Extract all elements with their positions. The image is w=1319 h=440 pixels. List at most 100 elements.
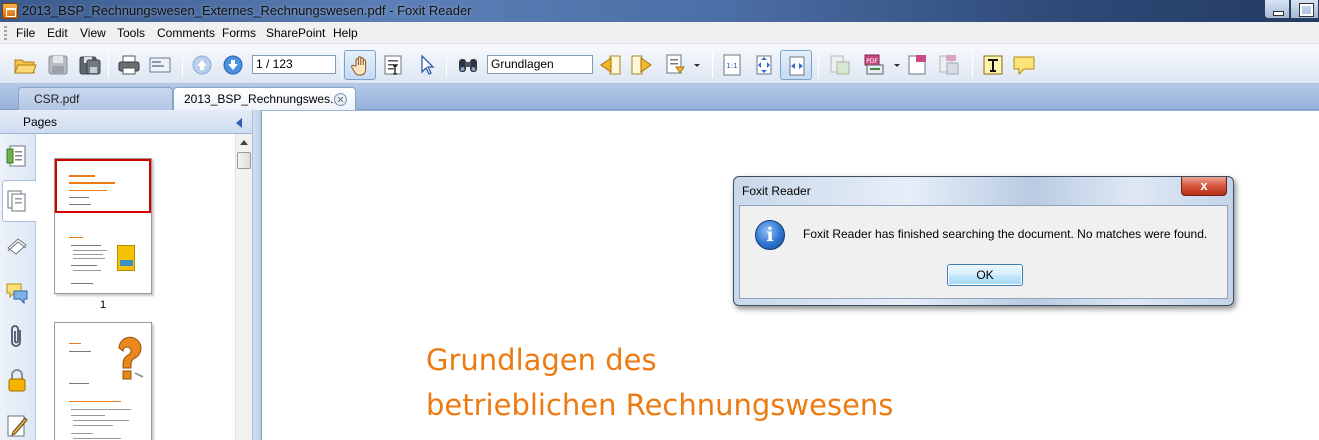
save-as-icon[interactable] [78, 53, 102, 77]
search-input[interactable]: Grundlagen [487, 55, 593, 74]
menu-grip-handle[interactable] [4, 26, 7, 40]
thumb-image [117, 245, 135, 271]
thumb-text-line [73, 425, 113, 426]
info-icon: i [755, 220, 785, 250]
lock-icon[interactable] [5, 368, 29, 394]
comments-icon[interactable] [5, 280, 29, 306]
minimize-button[interactable] [1264, 0, 1290, 19]
toolbar-separator [818, 52, 819, 78]
fit-width-icon [789, 56, 805, 76]
scroll-up-icon[interactable] [240, 140, 248, 145]
document-heading: Grundlagen des betrieblichen Rechnungswe… [426, 338, 893, 428]
dialog-title: Foxit Reader [742, 184, 811, 198]
thumb-text-line [69, 351, 91, 352]
thumb-text-line [73, 250, 107, 251]
panel-title: Pages [23, 115, 58, 129]
toolbar-separator [972, 52, 973, 78]
menu-forms[interactable]: Forms [222, 22, 256, 44]
note-comment-icon[interactable] [1012, 53, 1036, 77]
thumb-text-line [71, 265, 97, 266]
close-tab-icon[interactable] [334, 93, 347, 106]
thumb-text-line [69, 383, 89, 384]
menu-file[interactable]: File [16, 22, 35, 44]
create-pdf-icon[interactable] [828, 53, 852, 77]
thumb-text-line [73, 438, 121, 439]
fit-page-icon[interactable] [752, 53, 776, 77]
pages-icon[interactable] [5, 188, 29, 214]
dialog-body: i Foxit Reader has finished searching th… [739, 205, 1228, 299]
next-page-icon[interactable] [221, 53, 245, 77]
search-result-dialog: Foxit Reader x i Foxit Reader has finish… [733, 176, 1234, 306]
title-bar: 2013_BSP_Rechnungswesen_Externes_Rechnun… [0, 0, 1319, 22]
svg-text:PDF: PDF [866, 58, 878, 65]
thumb-text-line [69, 204, 91, 205]
dialog-close-button[interactable]: x [1181, 177, 1227, 196]
search-results-icon[interactable] [664, 53, 688, 77]
chevron-down-icon[interactable] [894, 64, 900, 67]
page-number-input[interactable]: 1 / 123 [252, 55, 336, 74]
menu-view[interactable]: View [80, 22, 106, 44]
maximize-button[interactable] [1290, 0, 1319, 19]
page-thumbnail[interactable] [54, 158, 152, 294]
layers-icon[interactable] [5, 234, 29, 260]
fit-width-button[interactable] [780, 50, 812, 80]
pdf-convert-icon[interactable]: PDF [862, 53, 886, 77]
tab-current-document[interactable]: 2013_BSP_Rechnungswes... [173, 87, 356, 110]
menu-edit[interactable]: Edit [47, 22, 68, 44]
attachments-icon[interactable] [5, 324, 29, 350]
menu-help[interactable]: Help [333, 22, 358, 44]
pointer-icon[interactable] [415, 53, 439, 77]
find-next-icon[interactable] [630, 53, 654, 77]
svg-text:1:1: 1:1 [726, 62, 737, 70]
open-folder-icon[interactable] [13, 53, 37, 77]
pages-panel-header: Pages [0, 110, 252, 134]
foxit-app-icon[interactable] [2, 3, 18, 19]
signature-icon[interactable] [5, 412, 29, 438]
panel-splitter[interactable] [252, 110, 262, 440]
document-tab-bar: CSR.pdf 2013_BSP_Rechnungswes... [0, 84, 1319, 110]
chevron-down-icon[interactable] [694, 64, 700, 67]
find-previous-icon[interactable] [598, 53, 622, 77]
select-text-icon[interactable] [381, 53, 405, 77]
main-toolbar: 1 / 123 Grundlagen 1:1 PDF [0, 44, 1319, 84]
typewriter-icon[interactable] [981, 53, 1005, 77]
scrollbar-thumb[interactable] [237, 152, 251, 169]
thumb-text-line [73, 254, 103, 255]
print-icon[interactable] [117, 53, 141, 77]
toolbar-separator [108, 52, 109, 78]
thumb-text-line [69, 401, 121, 402]
thumb-text-line [71, 245, 101, 246]
thumb-text-line [69, 190, 107, 191]
toolbar-separator [712, 52, 713, 78]
thumb-text-line [69, 237, 83, 238]
pdf-export-icon[interactable] [937, 53, 961, 77]
thumb-text-line [69, 182, 115, 184]
thumb-text-line [71, 433, 93, 434]
thumb-text-line [69, 175, 95, 177]
email-icon[interactable] [148, 53, 172, 77]
thumb-text-line [73, 270, 101, 271]
actual-size-icon[interactable]: 1:1 [720, 53, 744, 77]
navigation-strip [0, 134, 36, 440]
toolbar-separator [341, 52, 342, 78]
ok-button[interactable]: OK [947, 264, 1023, 286]
thumbnails-scrollbar[interactable] [235, 134, 252, 440]
previous-page-icon[interactable] [190, 53, 214, 77]
save-icon[interactable] [46, 53, 70, 77]
page-thumbnail[interactable] [54, 322, 152, 440]
thumb-text-line [69, 343, 81, 344]
tab-csr[interactable]: CSR.pdf [18, 87, 173, 110]
hand-tool-button[interactable] [344, 50, 376, 80]
pdf-page-icon[interactable] [905, 53, 929, 77]
thumb-text-line [71, 283, 93, 284]
menu-sharepoint[interactable]: SharePoint [266, 22, 325, 44]
window-title: 2013_BSP_Rechnungswesen_Externes_Rechnun… [22, 3, 472, 18]
bookmarks-icon[interactable] [5, 144, 29, 170]
heading-line-2: betrieblichen Rechnungswesens [426, 388, 894, 422]
collapse-panel-icon[interactable] [236, 118, 242, 128]
toolbar-separator [182, 52, 183, 78]
menu-tools[interactable]: Tools [117, 22, 145, 44]
binoculars-icon[interactable] [456, 53, 480, 77]
menu-bar: File Edit View Tools Comments Forms Shar… [0, 22, 1319, 44]
menu-comments[interactable]: Comments [157, 22, 215, 44]
